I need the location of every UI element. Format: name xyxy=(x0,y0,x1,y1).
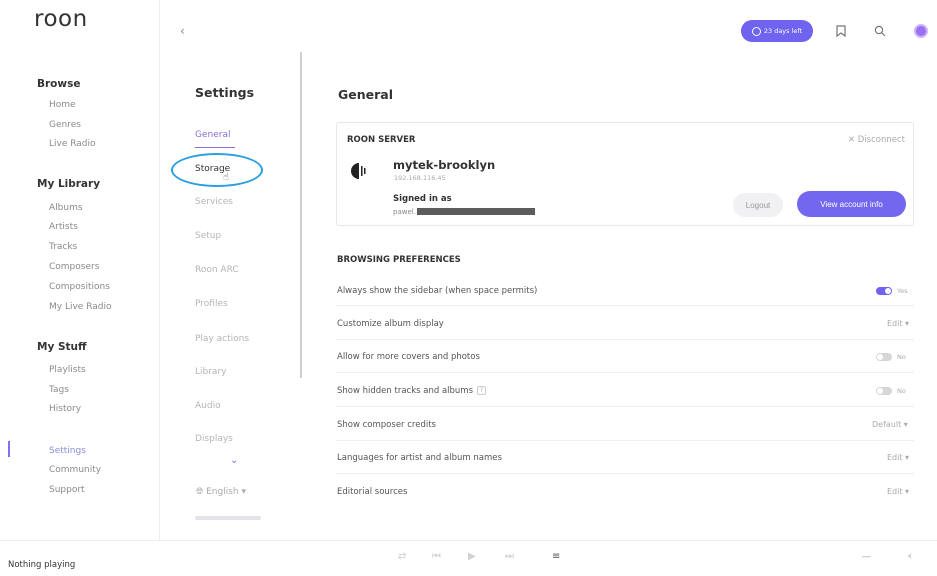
settings-nav-services[interactable]: Services xyxy=(195,197,233,207)
language-label: English xyxy=(206,487,239,497)
sidebar-section-my-stuff: My Stuff xyxy=(37,341,87,353)
server-ip: 192.168.116.45 xyxy=(394,174,446,182)
selected-underline xyxy=(195,147,235,148)
pref-customize-album-display: Customize album display xyxy=(337,319,444,329)
trial-label: 23 days left xyxy=(763,27,803,35)
previous-icon[interactable]: ⏮︎ xyxy=(432,551,441,562)
disconnect-label: Disconnect xyxy=(857,135,905,145)
sidebar-item-tags[interactable]: Tags xyxy=(49,385,69,395)
trial-badge[interactable]: 23 days left xyxy=(741,20,813,42)
settings-nav-roon-arc[interactable]: Roon ARC xyxy=(195,265,239,275)
sidebar-item-community[interactable]: Community xyxy=(49,465,101,475)
server-icon xyxy=(349,160,371,182)
toggle-state: No xyxy=(897,353,906,361)
clock-icon xyxy=(751,26,761,36)
pref-always-show-sidebar: Always show the sidebar (when space perm… xyxy=(337,286,538,296)
active-indicator xyxy=(8,441,10,457)
edit-button[interactable]: Edit ▾ xyxy=(887,487,909,496)
highlight-ring xyxy=(171,153,263,187)
sidebar-item-composers[interactable]: Composers xyxy=(49,262,99,272)
roon-server-card: ROON SERVER ✕ Disconnect mytek-brooklyn … xyxy=(336,122,914,226)
settings-nav-play-actions[interactable]: Play actions xyxy=(195,334,249,344)
pref-more-covers-photos: Allow for more covers and photos xyxy=(337,352,480,362)
avatar[interactable] xyxy=(914,24,928,38)
toggle-always-show-sidebar[interactable] xyxy=(876,287,892,295)
settings-nav-displays[interactable]: Displays xyxy=(195,434,233,444)
sidebar-item-support[interactable]: Support xyxy=(49,485,85,495)
shuffle-icon[interactable]: ⇄ xyxy=(398,551,406,562)
edit-button[interactable]: Edit ▾ xyxy=(887,453,909,462)
next-icon[interactable]: ⏭︎ xyxy=(505,551,514,562)
sidebar-item-playlists[interactable]: Playlists xyxy=(49,365,86,375)
settings-nav-title: Settings xyxy=(195,85,255,100)
sidebar-item-history[interactable]: History xyxy=(49,404,81,414)
divider xyxy=(336,305,914,306)
scrollbar[interactable] xyxy=(300,52,302,378)
sidebar-item-tracks[interactable]: Tracks xyxy=(49,242,77,252)
sidebar-section-my-library: My Library xyxy=(37,178,101,190)
sidebar-item-compositions[interactable]: Compositions xyxy=(49,282,110,292)
settings-nav-general[interactable]: General xyxy=(195,130,230,140)
roon-logo[interactable]: roon xyxy=(34,6,88,32)
sidebar: roon Browse Home Genres Live Radio My Li… xyxy=(0,0,160,540)
logout-button[interactable]: Logout xyxy=(733,193,783,217)
server-name: mytek-brooklyn xyxy=(393,158,496,172)
sidebar-item-albums[interactable]: Albums xyxy=(49,203,83,213)
sidebar-section-browse: Browse xyxy=(37,78,81,90)
zone-selector[interactable]: ━━ xyxy=(862,553,870,561)
edit-button[interactable]: Edit ▾ xyxy=(887,319,909,328)
toggle-hidden-tracks[interactable] xyxy=(876,387,892,395)
toggle-state: Yes xyxy=(897,287,908,295)
sidebar-item-my-live-radio[interactable]: My Live Radio xyxy=(49,302,111,312)
sidebar-item-settings[interactable]: Settings xyxy=(49,446,86,456)
pref-show-composer-credits: Show composer credits xyxy=(337,420,436,430)
close-icon: ✕ xyxy=(847,135,856,145)
help-icon[interactable]: ? xyxy=(477,386,487,395)
divider xyxy=(336,372,914,373)
divider xyxy=(336,406,914,407)
nav-placeholder-bar xyxy=(195,516,261,520)
now-playing-status: Nothing playing xyxy=(8,560,76,570)
settings-nav-profiles[interactable]: Profiles xyxy=(195,299,228,309)
browsing-preferences-heading: BROWSING PREFERENCES xyxy=(337,255,461,265)
settings-nav-library[interactable]: Library xyxy=(195,367,226,377)
composer-credits-dropdown[interactable]: Default ▾ xyxy=(872,420,908,429)
sidebar-item-home[interactable]: Home xyxy=(49,100,76,110)
page-title: General xyxy=(338,87,393,102)
chevron-down-icon[interactable]: ⌄ xyxy=(230,455,238,466)
account-email: pawel. xyxy=(393,208,416,216)
queue-icon[interactable]: ≡ xyxy=(552,551,560,562)
disconnect-button[interactable]: ✕ Disconnect xyxy=(848,135,905,145)
globe-icon: 🌐︎ xyxy=(196,487,204,497)
search-icon[interactable] xyxy=(874,25,886,40)
divider xyxy=(336,440,914,441)
settings-nav-setup[interactable]: Setup xyxy=(195,231,221,241)
signed-in-label: Signed in as xyxy=(393,194,452,204)
toggle-more-covers[interactable] xyxy=(876,353,892,361)
view-account-button[interactable]: View account info xyxy=(797,191,906,217)
server-heading: ROON SERVER xyxy=(347,135,416,145)
hand-cursor-icon: ☝ xyxy=(223,172,230,183)
play-icon[interactable]: ▶︎ xyxy=(468,551,476,562)
sidebar-item-genres[interactable]: Genres xyxy=(49,120,81,130)
sidebar-item-artists[interactable]: Artists xyxy=(49,222,78,232)
language-selector[interactable]: 🌐︎ English ▾ xyxy=(196,487,246,497)
divider xyxy=(336,473,914,474)
pref-editorial-sources: Editorial sources xyxy=(337,487,408,497)
pref-show-hidden-tracks: Show hidden tracks and albums? xyxy=(337,386,487,396)
divider xyxy=(336,339,914,340)
now-playing-bar: Nothing playing ⇄ ⏮︎ ▶︎ ⏭︎ ≡ ━━ 🔈︎ xyxy=(0,540,937,576)
pref-languages: Languages for artist and album names xyxy=(337,453,502,463)
sidebar-item-live-radio[interactable]: Live Radio xyxy=(49,139,96,149)
redacted-email xyxy=(417,208,535,215)
chevron-down-icon: ▾ xyxy=(241,487,246,497)
volume-icon[interactable]: 🔈︎ xyxy=(908,551,914,562)
settings-nav-audio[interactable]: Audio xyxy=(195,401,221,411)
toggle-state: No xyxy=(897,387,906,395)
bookmark-icon[interactable] xyxy=(836,25,846,40)
